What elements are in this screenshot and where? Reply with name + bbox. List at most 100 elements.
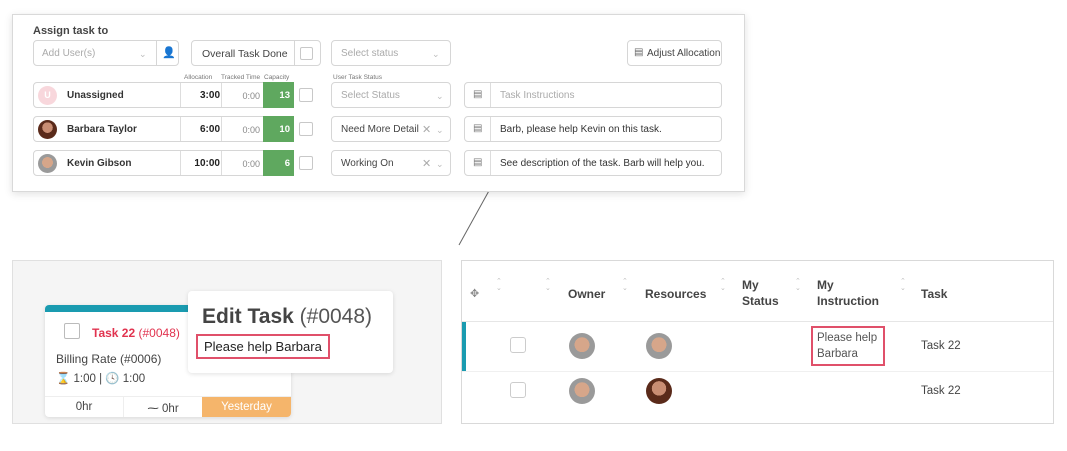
clear-icon[interactable]: ✕	[422, 157, 431, 170]
overall-task-done-checkbox[interactable]	[300, 47, 313, 60]
allocation-value[interactable]: 10:00	[180, 158, 220, 169]
task-table-panel: ✥ ⌃ ⌄ ⌃ ⌄ Owner ⌃ ⌄ Resources ⌃ ⌄ My Status ⌃…	[461, 260, 1054, 424]
sort-icon[interactable]: ⌃ ⌄	[545, 278, 551, 292]
task-instruction-text: See description of the task. Barb will h…	[500, 158, 705, 169]
sort-icon[interactable]: ⌃ ⌄	[622, 278, 628, 292]
resource-avatar	[646, 333, 672, 359]
avatar: U	[38, 86, 57, 105]
owner-avatar	[569, 378, 595, 404]
sort-icon[interactable]: ⌃ ⌄	[496, 278, 502, 292]
avatar	[38, 120, 57, 139]
task-card-footer: 0hr ⁓ 0hr Yesterday	[45, 396, 291, 417]
user-row-unassigned: U Unassigned 3:00 0:00 13	[33, 82, 294, 108]
avatar	[38, 154, 57, 173]
allocation-value[interactable]: 3:00	[180, 90, 220, 101]
select-status-dropdown[interactable]: Select status ⌄	[331, 40, 451, 66]
tracked-time-value: 0:00	[242, 159, 260, 169]
task-name: Task 22	[92, 326, 136, 340]
chevron-down-icon: ⌄	[436, 91, 444, 101]
user-status-value: Select Status	[341, 90, 400, 101]
allocation-value[interactable]: 6:00	[180, 124, 220, 135]
user-task-status-header: User Task Status	[333, 74, 383, 81]
row-checkbox[interactable]	[510, 382, 526, 398]
chevron-down-icon: ⌄	[432, 49, 440, 59]
task-instruction-field[interactable]: ▤ See description of the task. Barb will…	[464, 150, 722, 176]
my-status-header[interactable]: My Status	[742, 277, 779, 309]
clear-icon[interactable]: ✕	[422, 123, 431, 136]
task-card-panel: Task 22 (#0048) Billing Rate (#0006) ⌛ 1…	[12, 260, 442, 424]
assign-task-panel: Assign task to Add User(s) ⌄ 👤 Overall T…	[12, 14, 745, 192]
capacity-value: 6	[263, 150, 294, 176]
adjust-allocation-button[interactable]: ▤ Adjust Allocation	[627, 40, 722, 66]
owner-header[interactable]: Owner	[568, 286, 605, 302]
user-done-checkbox[interactable]	[299, 156, 313, 170]
billing-rate: Billing Rate (#0006)	[56, 352, 162, 366]
task-complete-checkbox[interactable]	[64, 323, 80, 339]
activity-hours: 0hr	[162, 403, 179, 415]
resource-avatar	[646, 378, 672, 404]
user-row-barbara-taylor: Barbara Taylor 6:00 0:00 10	[33, 116, 294, 142]
tracked-time-header: Tracked Time	[221, 74, 261, 81]
chevron-down-icon: ⌄	[139, 49, 147, 59]
edit-task-popup: Edit Task (#0048) Please help Barbara	[188, 291, 393, 373]
document-icon: ▤	[473, 123, 483, 134]
hours-value: 0hr	[75, 401, 93, 413]
add-user-placeholder: Add User(s)	[42, 48, 96, 59]
assign-task-title: Assign task to	[33, 25, 109, 37]
chevron-down-icon: ⌄	[436, 125, 444, 135]
edit-task-instruction: Please help Barbara	[196, 334, 330, 359]
capacity-value: 10	[263, 116, 294, 142]
task-instruction-field[interactable]: ▤ Barb, please help Kevin on this task.	[464, 116, 722, 142]
user-done-checkbox[interactable]	[299, 88, 313, 102]
user-row-kevin-gibson: Kevin Gibson 10:00 0:00 6	[33, 150, 294, 176]
task-header[interactable]: Task	[921, 286, 947, 302]
task-cell[interactable]: Task 22	[921, 340, 961, 352]
select-status-placeholder: Select status	[341, 48, 399, 59]
my-instruction-header[interactable]: My Instruction	[817, 277, 879, 309]
capacity-value: 13	[263, 82, 294, 108]
capacity-header: Capacity	[264, 74, 290, 81]
resources-header[interactable]: Resources	[645, 286, 706, 302]
add-user-select[interactable]: Add User(s) ⌄ 👤	[33, 40, 179, 66]
document-icon: ▤	[473, 157, 483, 168]
user-status-dropdown[interactable]: Working On ✕ ⌄	[331, 150, 451, 176]
task-instruction-text: Barb, please help Kevin on this task.	[500, 124, 662, 135]
adjust-allocation-label: Adjust Allocation	[647, 48, 721, 59]
calendar-adjust-icon: ▤	[634, 47, 644, 58]
owner-avatar	[569, 333, 595, 359]
user-name: Kevin Gibson	[67, 158, 132, 169]
move-icon[interactable]: ✥	[470, 287, 479, 300]
sort-icon[interactable]: ⌃ ⌄	[720, 278, 726, 292]
activity-value: ⁓ 0hr	[124, 401, 202, 415]
user-status-value: Working On	[341, 158, 394, 169]
task-instruction-field[interactable]: ▤ Task Instructions	[464, 82, 722, 108]
sort-icon[interactable]: ⌃ ⌄	[795, 278, 801, 292]
overall-task-done: Overall Task Done	[191, 40, 321, 66]
user-status-dropdown[interactable]: Need More Detail ✕ ⌄	[331, 116, 451, 142]
user-search-icon[interactable]: 👤	[162, 46, 176, 59]
row-accent-bar	[462, 322, 466, 371]
overall-task-done-label: Overall Task Done	[202, 48, 288, 60]
edit-task-title: Edit Task (#0048)	[202, 305, 372, 329]
task-cell[interactable]: Task 22	[921, 385, 961, 397]
chevron-down-icon: ⌄	[436, 159, 444, 169]
user-done-checkbox[interactable]	[299, 122, 313, 136]
document-icon: ▤	[473, 89, 483, 100]
row-checkbox[interactable]	[510, 337, 526, 353]
activity-icon: ⁓	[147, 403, 163, 415]
user-name: Unassigned	[67, 90, 124, 101]
user-status-dropdown[interactable]: Select Status ⌄	[331, 82, 451, 108]
task-instruction-text: Task Instructions	[500, 90, 575, 101]
task-title[interactable]: Task 22 (#0048)	[92, 326, 180, 340]
user-status-value: Need More Detail	[341, 124, 419, 135]
allocation-header: Allocation	[184, 74, 213, 81]
task-times: ⌛ 1:00 | 🕓 1:00	[56, 373, 146, 385]
edit-task-number: (#0048)	[299, 305, 373, 328]
my-instruction-cell[interactable]: Please help Barbara	[811, 326, 885, 366]
tracked-time-value: 0:00	[242, 91, 260, 101]
due-date-badge: Yesterday	[202, 397, 291, 417]
user-name: Barbara Taylor	[67, 124, 137, 135]
tracked-time-value: 0:00	[242, 125, 260, 135]
edit-task-title-text: Edit Task	[202, 305, 294, 328]
sort-icon[interactable]: ⌃ ⌄	[900, 278, 906, 292]
